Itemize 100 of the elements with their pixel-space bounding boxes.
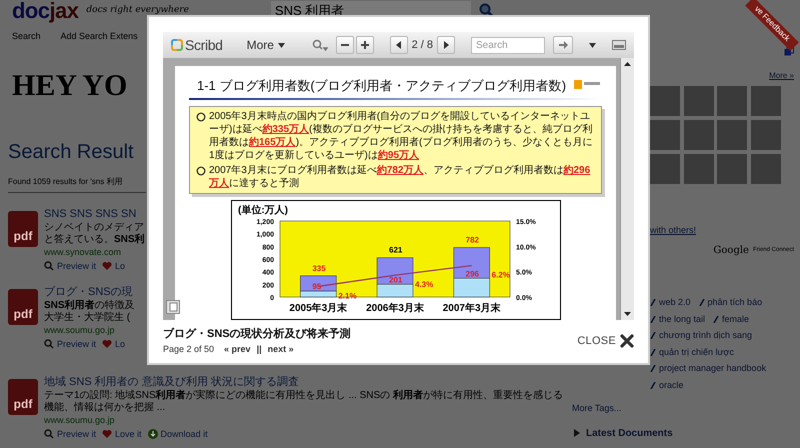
result-snippet: シノベイトのメディア (44, 222, 144, 234)
tag-link[interactable]: web 2.0 (650, 296, 691, 310)
right-triangle-icon (444, 41, 448, 49)
data-label: 621 (388, 246, 402, 256)
latest-documents-link[interactable]: Latest Documents (586, 426, 673, 440)
result-title-link[interactable]: SNS SNS SNS SN (44, 206, 136, 222)
scrollbar[interactable] (620, 58, 634, 320)
avatar-photo[interactable] (750, 154, 780, 184)
avatar-photo[interactable] (684, 154, 714, 184)
previous-page-button[interactable] (390, 36, 408, 54)
tag-icon (650, 365, 656, 372)
page-indicator: 2 / 8 (412, 38, 433, 53)
bullet-text: 2007年3月末にブログ利用者数は延べ約782万人、アクティブブログ利用者数は約296万人に達すると予測 (209, 164, 592, 190)
search-go-button[interactable] (553, 36, 573, 54)
bullet-circle-icon (196, 112, 206, 122)
tag-icon (713, 316, 720, 323)
avatar-photo[interactable] (750, 120, 780, 150)
data-label: 782 (465, 236, 479, 245)
tag-link[interactable]: chương trình dịch sang (650, 329, 752, 342)
result-snippet: と答えている。SNS利 (44, 234, 145, 246)
result-snippet: 大学生・大学院生 ( (44, 312, 130, 324)
results-heading: Search Result (8, 140, 134, 164)
result-action-link[interactable]: Lo (102, 260, 126, 272)
result-action-link[interactable]: Download it (148, 428, 208, 440)
brand-name: Google (713, 244, 749, 258)
logo-icon (171, 39, 183, 51)
document-heading: 1-1 ブログ利用者数(ブログ利用者・アクティブブログ利用者数) (197, 77, 566, 95)
site-tagline: docs right everywhere (86, 4, 189, 18)
tag-link[interactable]: oracle (650, 378, 684, 392)
result-action-link[interactable]: Lo (102, 338, 126, 350)
caret-icon (278, 42, 285, 48)
result-action-link[interactable]: Preview it (44, 260, 96, 272)
next-page-button[interactable] (437, 36, 455, 54)
result-title-link[interactable]: 地域 SNS 利用者の 意識及び利用 状況に関する調査 (44, 374, 299, 390)
result-action-link[interactable]: Love it (102, 428, 142, 440)
result-action-link[interactable]: Preview it (44, 428, 96, 440)
results-count: Found 1059 results for 'sns 利用 (8, 176, 122, 188)
avatar-photo[interactable] (750, 86, 780, 116)
tag-link[interactable]: project manager handbook (650, 362, 766, 376)
bullet-text: 2005年3月末時点の国内ブログ利用者(自分のブログを開設しているインターネットユーザ)は延べ約335万人(複数のブログサービスへの掛け持ちを考慮すると、純ブログ利用者数は約165万人)。アクティブブログ利用者(ブログ利用者のうち、少なくとも月に1度はブログを更新しているユーザ)は約95万人 (209, 110, 594, 162)
zoom-icon[interactable] (312, 39, 328, 51)
tag-icon (698, 299, 705, 306)
category-label: 2005年3月末 (288, 303, 347, 314)
more-menu-button[interactable]: More (246, 36, 285, 54)
share-link[interactable]: with others! (650, 224, 696, 237)
unit-label: (単位:万人) (238, 205, 288, 216)
page-count: Page 2 of 50 (163, 342, 214, 356)
dropdown-caret-icon[interactable] (589, 42, 596, 48)
link-separator: || (256, 342, 262, 356)
zoom-out-button[interactable] (336, 36, 354, 54)
plus-icon (360, 41, 369, 49)
heart-icon (102, 338, 112, 348)
result-url: www.soumu.go.jp (44, 414, 115, 426)
result-snippet: 機能、情報は何かを把握 ... (44, 402, 166, 414)
tag-link[interactable]: quản trị chiến lược (650, 346, 734, 359)
category-label: 2006年3月末 (366, 303, 424, 314)
data-label: 201 (388, 276, 402, 285)
more-link[interactable]: More » (769, 70, 794, 82)
more-tags-link[interactable]: More Tags... (570, 402, 622, 416)
copy-icon[interactable] (784, 46, 794, 56)
tag-icon (650, 332, 656, 340)
nav-link[interactable]: Add Search Extens (60, 30, 138, 44)
logo-text: Scribd (185, 36, 223, 54)
logo-icon (574, 80, 600, 92)
result-action-link[interactable]: Preview it (44, 338, 96, 350)
tag-link[interactable]: the long tail (650, 312, 706, 326)
thumbnail-icon[interactable] (166, 300, 180, 314)
tag-link[interactable]: female (713, 312, 750, 326)
data-label: 6.2% (491, 271, 510, 280)
pdf-file-icon: pdf (8, 288, 38, 324)
category-label: 2007年3月末 (442, 303, 500, 314)
previous-link[interactable]: « prev (224, 342, 251, 356)
data-label: 335 (312, 264, 326, 274)
site-logo[interactable]: docjax (12, 0, 78, 22)
close-button[interactable]: CLOSE (577, 332, 634, 350)
close-icon (620, 334, 634, 348)
pdf-file-icon: pdf (8, 210, 38, 246)
result-url: www.soumu.go.jp (44, 324, 115, 336)
nav-link[interactable]: Search (12, 30, 41, 44)
tag-icon (650, 382, 656, 389)
result-title-link[interactable]: ブログ・SNSの現 (44, 284, 133, 300)
search-icon (44, 428, 54, 438)
search-icon (44, 338, 54, 348)
search-field[interactable]: Search (471, 36, 545, 54)
pdf-file-icon: pdf (8, 378, 38, 414)
heart-icon (102, 428, 112, 438)
tag-link[interactable]: phân tích báo (698, 296, 762, 310)
fullscreen-icon[interactable] (612, 40, 626, 50)
avatar-photo[interactable] (684, 120, 714, 150)
bullet-circle-icon (196, 166, 206, 176)
data-label: 296 (465, 270, 479, 279)
result-snippet: テーマ1の設問: 地域SNS利用者が実際にどの機能に有用性を見出し ... SNSの 利用者が特に有用性、重要性を感じる (44, 390, 563, 402)
zoom-in-button[interactable] (356, 36, 374, 54)
download-icon (148, 428, 158, 438)
banner-heading: HEY YO (12, 68, 128, 104)
tag-icon (650, 316, 656, 323)
result-url: www.synovate.com (44, 246, 122, 258)
next-link[interactable]: next » (268, 342, 294, 356)
result-snippet: SNS利用者の特徴及 (44, 300, 135, 312)
avatar-photo[interactable] (684, 86, 714, 116)
